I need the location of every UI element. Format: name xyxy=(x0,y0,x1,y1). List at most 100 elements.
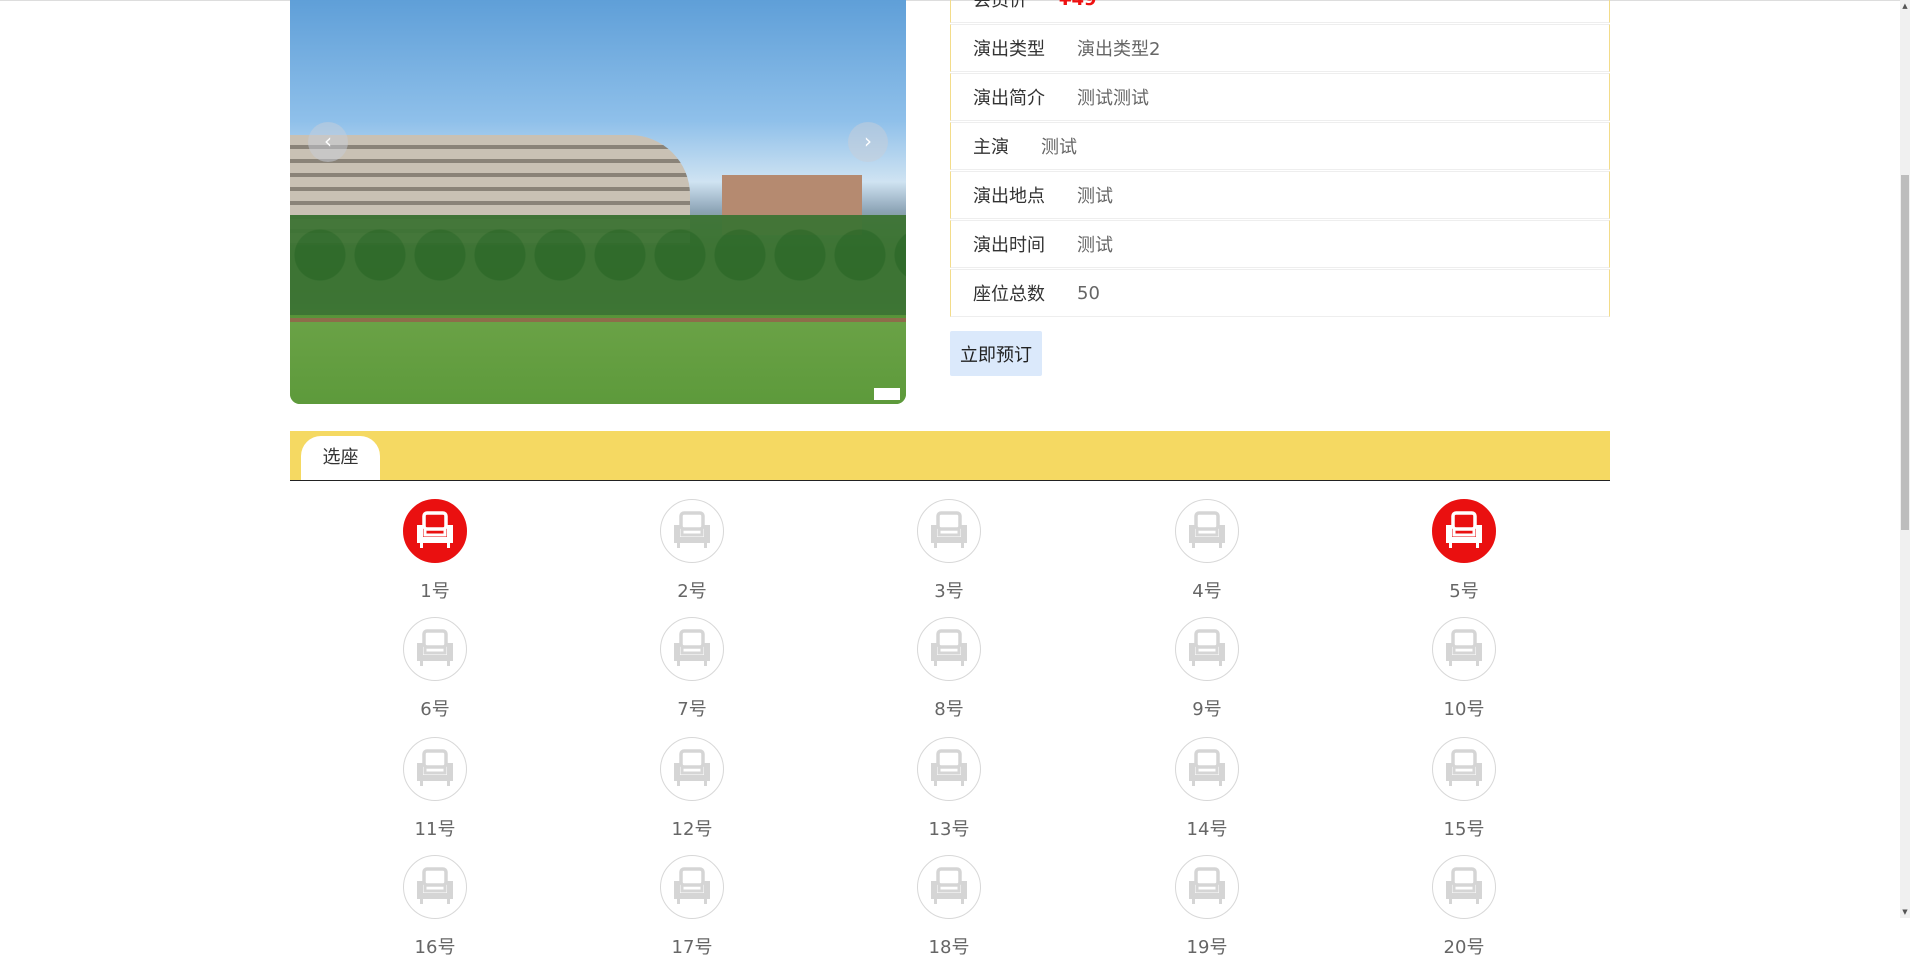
seat-14[interactable]: 14号 xyxy=(1147,737,1267,841)
seat-16[interactable]: 16号 xyxy=(375,855,495,959)
seat-circle[interactable] xyxy=(660,855,724,919)
seat-circle[interactable] xyxy=(1175,499,1239,563)
seat-label: 18号 xyxy=(928,937,970,958)
seat-circle[interactable] xyxy=(660,737,724,801)
armchair-icon xyxy=(1446,749,1482,786)
seat-circle[interactable] xyxy=(403,737,467,801)
detail-row: 演出时间 测试 xyxy=(950,220,1610,268)
seat-label: 19号 xyxy=(1186,937,1228,958)
seat-circle[interactable] xyxy=(403,617,467,681)
armchair-icon xyxy=(417,749,453,786)
detail-label: 演出地点 xyxy=(973,186,1045,207)
seat-circle[interactable] xyxy=(1432,737,1496,801)
seat-label: 7号 xyxy=(677,699,707,720)
seat-circle[interactable] xyxy=(1175,617,1239,681)
detail-value: ¥49 xyxy=(1059,0,1097,10)
detail-label: 演出简介 xyxy=(973,88,1045,109)
armchair-icon xyxy=(674,867,710,904)
seat-1[interactable]: 1号 xyxy=(375,499,495,603)
detail-row: 演出类型 演出类型2 xyxy=(950,24,1610,72)
chevron-left-icon[interactable]: ‹ xyxy=(308,122,348,162)
armchair-icon xyxy=(674,749,710,786)
carousel-indicator[interactable] xyxy=(874,388,900,400)
tab-bar: 选座 xyxy=(290,431,1610,481)
detail-label: 会员价 xyxy=(973,0,1027,11)
seat-label: 15号 xyxy=(1443,819,1485,840)
seat-circle[interactable] xyxy=(1175,737,1239,801)
seat-18[interactable]: 18号 xyxy=(889,855,1009,959)
detail-value: 测试 xyxy=(1077,235,1113,256)
seat-label: 10号 xyxy=(1443,699,1485,720)
seat-label: 3号 xyxy=(934,581,964,602)
seat-13[interactable]: 13号 xyxy=(889,737,1009,841)
seat-circle[interactable] xyxy=(1432,499,1496,563)
seat-label: 13号 xyxy=(928,819,970,840)
seat-label: 5号 xyxy=(1449,581,1479,602)
detail-label: 座位总数 xyxy=(973,284,1045,305)
detail-label: 主演 xyxy=(973,137,1009,158)
seat-circle[interactable] xyxy=(403,499,467,563)
chevron-right-icon[interactable]: › xyxy=(848,122,888,162)
seat-circle[interactable] xyxy=(660,617,724,681)
armchair-icon xyxy=(1446,867,1482,904)
detail-value: 演出类型2 xyxy=(1077,39,1161,60)
seat-4[interactable]: 4号 xyxy=(1147,499,1267,603)
book-now-button[interactable]: 立即预订 xyxy=(950,331,1042,376)
armchair-icon xyxy=(931,511,967,548)
seat-12[interactable]: 12号 xyxy=(632,737,752,841)
seat-5[interactable]: 5号 xyxy=(1404,499,1524,603)
detail-row: 主演 测试 xyxy=(950,122,1610,170)
seat-label: 12号 xyxy=(671,819,713,840)
seat-9[interactable]: 9号 xyxy=(1147,617,1267,721)
seat-circle[interactable] xyxy=(917,855,981,919)
detail-row: 座位总数 50 xyxy=(950,269,1610,317)
seat-label: 4号 xyxy=(1192,581,1222,602)
seat-20[interactable]: 20号 xyxy=(1404,855,1524,959)
seat-17[interactable]: 17号 xyxy=(632,855,752,959)
seat-3[interactable]: 3号 xyxy=(889,499,1009,603)
seat-7[interactable]: 7号 xyxy=(632,617,752,721)
armchair-icon xyxy=(1189,511,1225,548)
scroll-up-icon[interactable]: ▲ xyxy=(1900,2,1910,10)
seat-label: 16号 xyxy=(414,937,456,958)
armchair-icon xyxy=(1446,629,1482,666)
seat-circle[interactable] xyxy=(1432,855,1496,919)
seat-circle[interactable] xyxy=(660,499,724,563)
seat-10[interactable]: 10号 xyxy=(1404,617,1524,721)
seat-circle[interactable] xyxy=(403,855,467,919)
seat-2[interactable]: 2号 xyxy=(632,499,752,603)
seat-circle[interactable] xyxy=(1432,617,1496,681)
trees-image xyxy=(290,215,906,315)
seat-11[interactable]: 11号 xyxy=(375,737,495,841)
seat-label: 1号 xyxy=(420,581,450,602)
detail-label: 演出时间 xyxy=(973,235,1045,256)
armchair-icon xyxy=(674,629,710,666)
seat-8[interactable]: 8号 xyxy=(889,617,1009,721)
seat-label: 6号 xyxy=(420,699,450,720)
detail-row: 会员价 ¥49 xyxy=(950,0,1610,23)
scrollbar-thumb[interactable] xyxy=(1901,175,1909,530)
seat-label: 11号 xyxy=(414,819,456,840)
image-carousel[interactable]: ‹ › xyxy=(290,0,906,404)
detail-label: 演出类型 xyxy=(973,39,1045,60)
seat-19[interactable]: 19号 xyxy=(1147,855,1267,959)
scroll-down-icon[interactable]: ▼ xyxy=(1900,908,1910,916)
armchair-icon xyxy=(1189,629,1225,666)
seat-circle[interactable] xyxy=(917,737,981,801)
seat-circle[interactable] xyxy=(917,617,981,681)
seat-label: 17号 xyxy=(671,937,713,958)
armchair-icon xyxy=(417,511,453,548)
seat-label: 20号 xyxy=(1443,937,1485,958)
seat-15[interactable]: 15号 xyxy=(1404,737,1524,841)
seat-circle[interactable] xyxy=(917,499,981,563)
seat-6[interactable]: 6号 xyxy=(375,617,495,721)
detail-value: 50 xyxy=(1077,282,1100,304)
seat-circle[interactable] xyxy=(1175,855,1239,919)
detail-value: 测试 xyxy=(1041,137,1077,158)
detail-row: 演出简介 测试测试 xyxy=(950,73,1610,121)
armchair-icon xyxy=(931,629,967,666)
scrollbar[interactable]: ▲ ▼ xyxy=(1900,0,1910,918)
seat-label: 2号 xyxy=(677,581,707,602)
armchair-icon xyxy=(1189,867,1225,904)
tab-seat-selection[interactable]: 选座 xyxy=(301,436,380,480)
